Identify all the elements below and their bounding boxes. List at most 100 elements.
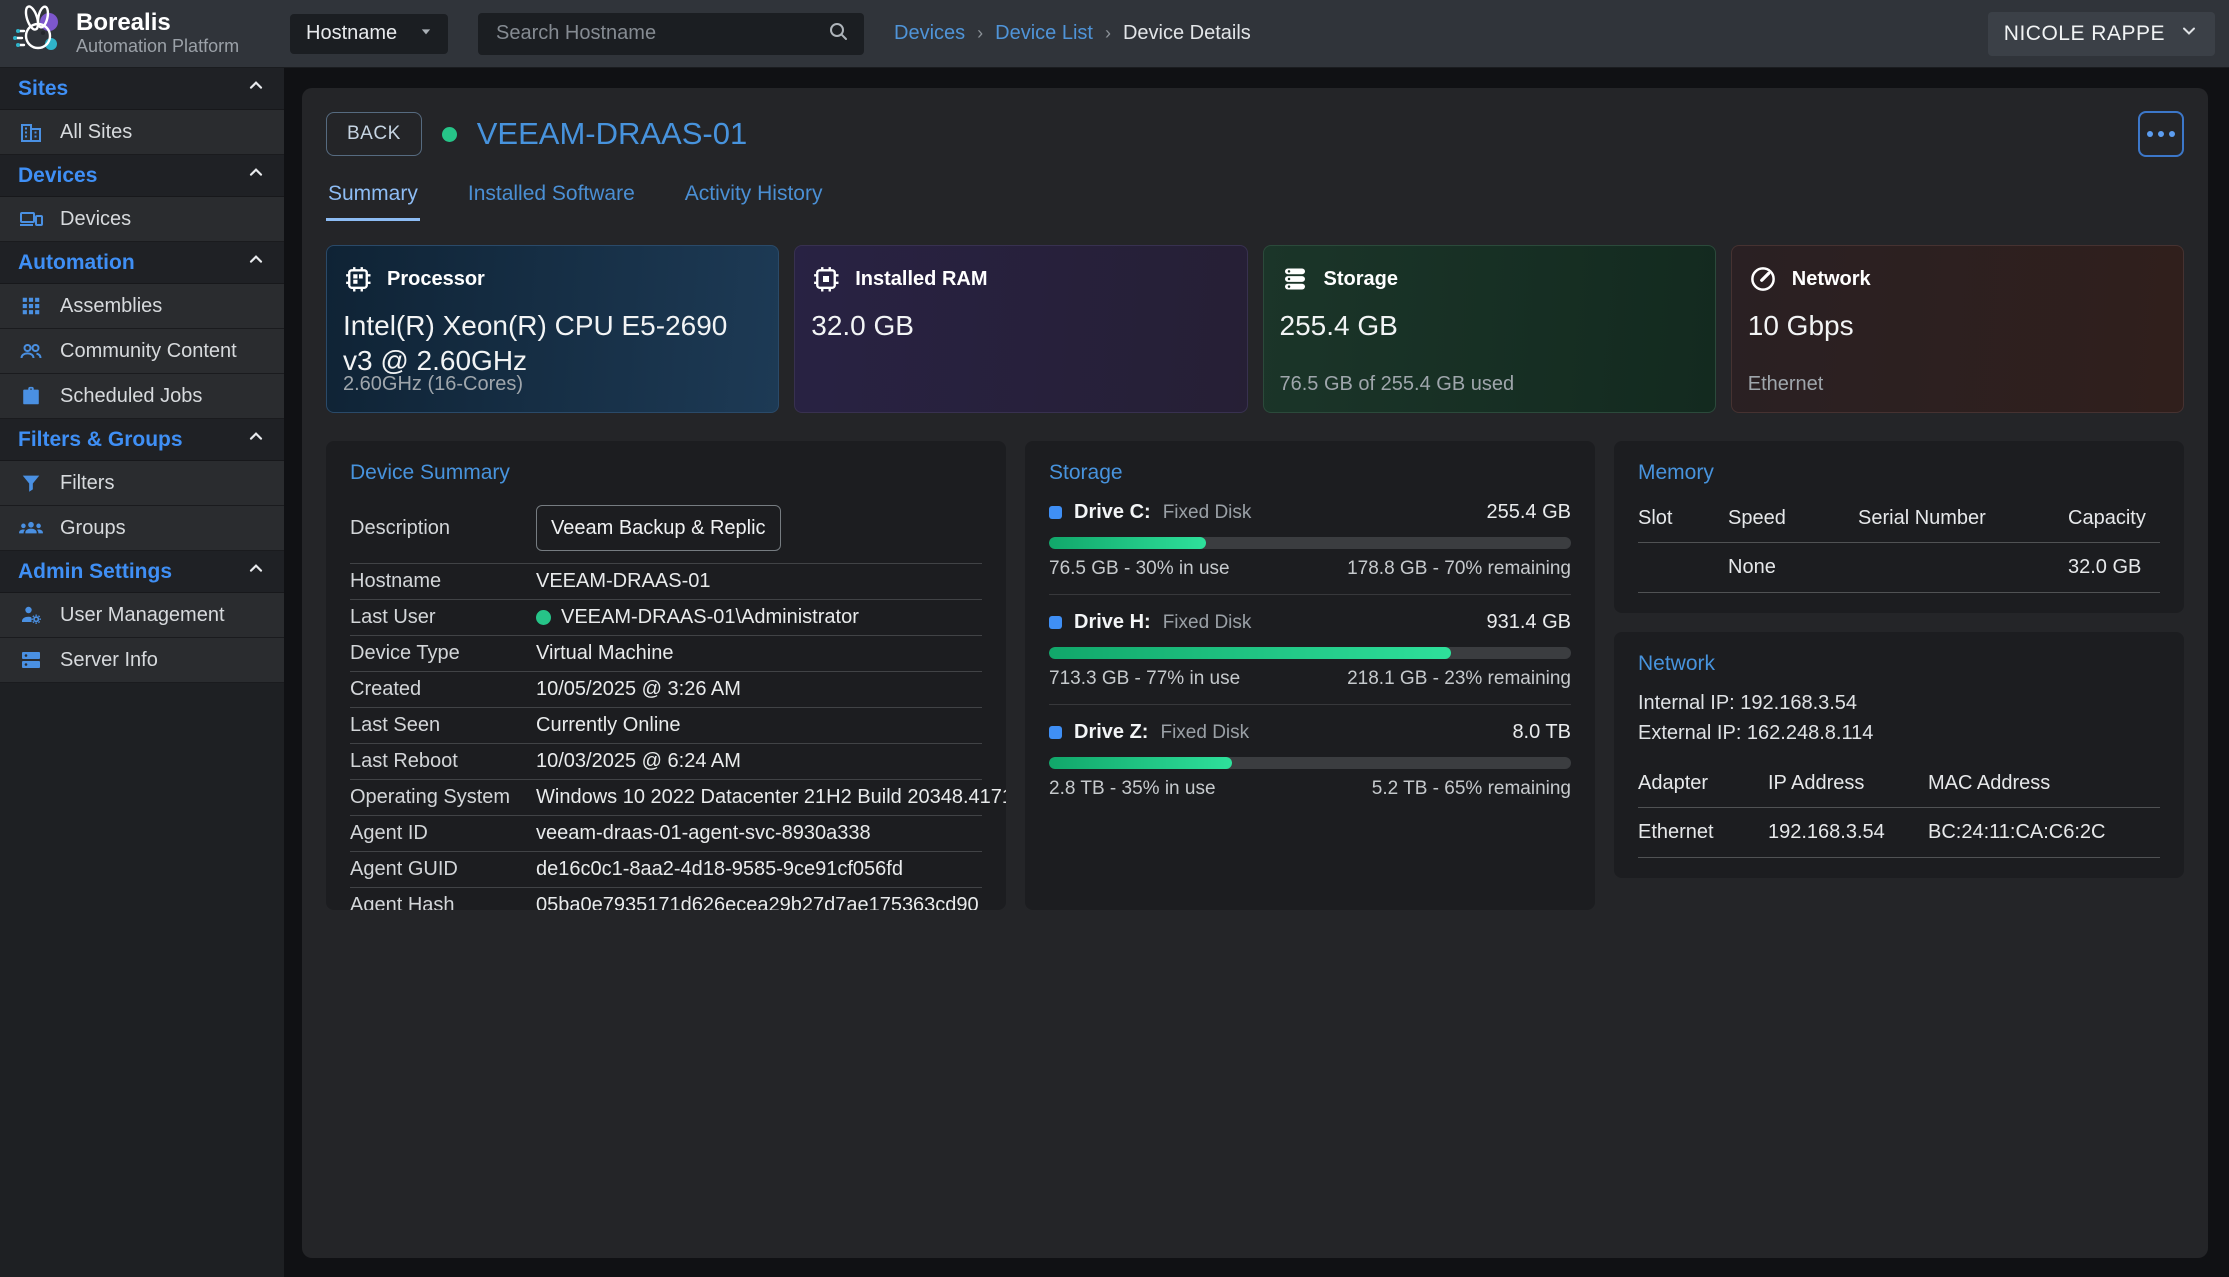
- storage-card: Storage 255.4 GB 76.5 GB of 255.4 GB use…: [1263, 245, 1716, 413]
- brand-name: Borealis: [76, 10, 239, 36]
- installed-ram-card-title: Installed RAM: [855, 268, 987, 291]
- network-table: Adapter IP Address MAC Address Ethernet …: [1638, 764, 2160, 858]
- sidebar-section-sites[interactable]: Sites: [0, 68, 284, 110]
- summary-row-device-type: Device Type Virtual Machine: [350, 636, 982, 672]
- memory-panel-title: Memory: [1638, 461, 2160, 485]
- sidebar-empty-area: [0, 683, 284, 1277]
- storage-panel-title: Storage: [1049, 461, 1571, 485]
- back-button[interactable]: BACK: [326, 112, 422, 156]
- drive-h-row: Drive H: Fixed Disk 931.4 GB 713.3 GB - …: [1049, 595, 1571, 705]
- processor-card-title: Processor: [387, 268, 485, 291]
- sidebar-item-community-content[interactable]: Community Content: [0, 329, 284, 374]
- sidebar-section-admin-settings[interactable]: Admin Settings: [0, 551, 284, 593]
- ellipsis-icon: [2147, 131, 2153, 137]
- sidebar-item-devices[interactable]: Devices: [0, 197, 284, 242]
- drive-c-progress-bar: [1049, 537, 1571, 549]
- memory-table: Slot Speed Serial Number Capacity None: [1638, 499, 2160, 593]
- storage-subtext: 76.5 GB of 255.4 GB used: [1280, 373, 1515, 396]
- memory-table-row: None 32.0 GB: [1638, 543, 2160, 593]
- right-column: Memory Slot Speed Serial Number Capacity: [1614, 441, 2184, 878]
- search-input[interactable]: [494, 21, 826, 46]
- sidebar-section-devices[interactable]: Devices: [0, 155, 284, 197]
- brand: Borealis Automation Platform: [0, 3, 284, 64]
- devices-icon: [18, 207, 44, 231]
- processor-subtext: 2.60GHz (16-Cores): [343, 373, 523, 396]
- network-subtext: Ethernet: [1748, 373, 1824, 396]
- summary-row-agent-id: Agent ID veeam-draas-01-agent-svc-8930a3…: [350, 816, 982, 852]
- community-icon: [18, 339, 44, 363]
- breadcrumb-device-list[interactable]: Device List: [995, 22, 1093, 45]
- summary-row-created: Created 10/05/2025 @ 3:26 AM: [350, 672, 982, 708]
- drive-z-used: 2.8 TB - 35% in use: [1049, 778, 1216, 800]
- drive-z-progress-bar: [1049, 757, 1571, 769]
- memory-header-speed: Speed: [1728, 507, 1858, 530]
- external-ip: External IP: 162.248.8.114: [1638, 718, 2160, 748]
- sidebar-item-user-management[interactable]: User Management: [0, 593, 284, 638]
- drive-h-used: 713.3 GB - 77% in use: [1049, 668, 1240, 690]
- sidebar-item-all-sites[interactable]: All Sites: [0, 110, 284, 155]
- network-header-ip: IP Address: [1768, 772, 1928, 795]
- drive-c-remaining: 178.8 GB - 70% remaining: [1347, 558, 1571, 580]
- network-header-mac: MAC Address: [1928, 772, 2160, 795]
- user-online-status-dot: [536, 610, 551, 625]
- chevron-up-icon: [246, 559, 266, 585]
- sidebar-item-assemblies[interactable]: Assemblies: [0, 284, 284, 329]
- main-content: BACK VEEAM-DRAAS-01 Summary Installed So…: [284, 68, 2229, 1277]
- chevron-up-icon: [246, 250, 266, 276]
- briefcase-icon: [18, 385, 44, 407]
- summary-row-last-user: Last User VEEAM-DRAAS-01\Administrator: [350, 600, 982, 636]
- filter-icon: [18, 472, 44, 494]
- processor-card: Processor Intel(R) Xeon(R) CPU E5-2690 v…: [326, 245, 779, 413]
- search-field-select[interactable]: Hostname: [290, 14, 448, 54]
- device-summary-panel: Device Summary Description Hostname VEEA…: [326, 441, 1006, 910]
- installed-ram-card: Installed RAM 32.0 GB: [794, 245, 1247, 413]
- drive-z-row: Drive Z: Fixed Disk 8.0 TB 2.8 TB - 35% …: [1049, 705, 1571, 814]
- sidebar-item-groups[interactable]: Groups: [0, 506, 284, 551]
- device-actions-menu-button[interactable]: [2138, 111, 2184, 157]
- building-icon: [18, 120, 44, 144]
- borealis-rabbit-logo-icon: [10, 3, 66, 64]
- summary-row-last-seen: Last Seen Currently Online: [350, 708, 982, 744]
- tab-activity-history[interactable]: Activity History: [683, 178, 825, 221]
- breadcrumb-separator-icon: ›: [1105, 23, 1111, 44]
- groups-icon: [18, 515, 44, 541]
- device-online-status-dot: [442, 127, 457, 142]
- processor-value: Intel(R) Xeon(R) CPU E5-2690 v3 @ 2.60GH…: [343, 308, 762, 378]
- sidebar: Sites All Sites Devices: [0, 68, 284, 1277]
- chevron-down-icon: [2179, 21, 2199, 47]
- device-header: BACK VEEAM-DRAAS-01: [326, 108, 2184, 160]
- summary-row-agent-guid: Agent GUID de16c0c1-8aa2-4d18-9585-9ce91…: [350, 852, 982, 888]
- tab-installed-software[interactable]: Installed Software: [466, 178, 637, 221]
- sidebar-item-server-info[interactable]: Server Info: [0, 638, 284, 683]
- sidebar-item-filters[interactable]: Filters: [0, 461, 284, 506]
- user-menu[interactable]: NICOLE RAPPE: [1988, 12, 2215, 56]
- device-details-container: BACK VEEAM-DRAAS-01 Summary Installed So…: [302, 88, 2208, 1258]
- network-table-row: Ethernet 192.168.3.54 BC:24:11:CA:C6:2C: [1638, 808, 2160, 858]
- breadcrumb-devices[interactable]: Devices: [894, 22, 965, 45]
- drive-bullet-icon: [1049, 506, 1062, 519]
- chevron-up-icon: [246, 76, 266, 102]
- summary-row-description: Description: [350, 495, 982, 564]
- cpu-icon: [343, 264, 373, 294]
- description-input[interactable]: [536, 505, 781, 551]
- memory-panel: Memory Slot Speed Serial Number Capacity: [1614, 441, 2184, 613]
- drive-h-remaining: 218.1 GB - 23% remaining: [1347, 668, 1571, 690]
- summary-row-hostname: Hostname VEEAM-DRAAS-01: [350, 564, 982, 600]
- memory-header-serial: Serial Number: [1858, 507, 2068, 530]
- memory-header-slot: Slot: [1638, 507, 1728, 530]
- drive-c-row: Drive C: Fixed Disk 255.4 GB 76.5 GB - 3…: [1049, 485, 1571, 595]
- network-card: Network 10 Gbps Ethernet: [1731, 245, 2184, 413]
- sidebar-item-scheduled-jobs[interactable]: Scheduled Jobs: [0, 374, 284, 419]
- device-title: VEEAM-DRAAS-01: [477, 116, 747, 152]
- tab-summary[interactable]: Summary: [326, 178, 420, 221]
- summary-row-last-reboot: Last Reboot 10/03/2025 @ 6:24 AM: [350, 744, 982, 780]
- device-summary-title: Device Summary: [350, 461, 982, 485]
- drive-h-progress-bar: [1049, 647, 1571, 659]
- caret-down-icon: [416, 21, 436, 47]
- breadcrumb: Devices › Device List › Device Details: [894, 22, 1251, 45]
- drive-z-remaining: 5.2 TB - 65% remaining: [1372, 778, 1571, 800]
- sidebar-section-filters-groups[interactable]: Filters & Groups: [0, 419, 284, 461]
- user-gear-icon: [18, 603, 44, 627]
- sidebar-section-automation[interactable]: Automation: [0, 242, 284, 284]
- breadcrumb-device-details: Device Details: [1123, 22, 1251, 45]
